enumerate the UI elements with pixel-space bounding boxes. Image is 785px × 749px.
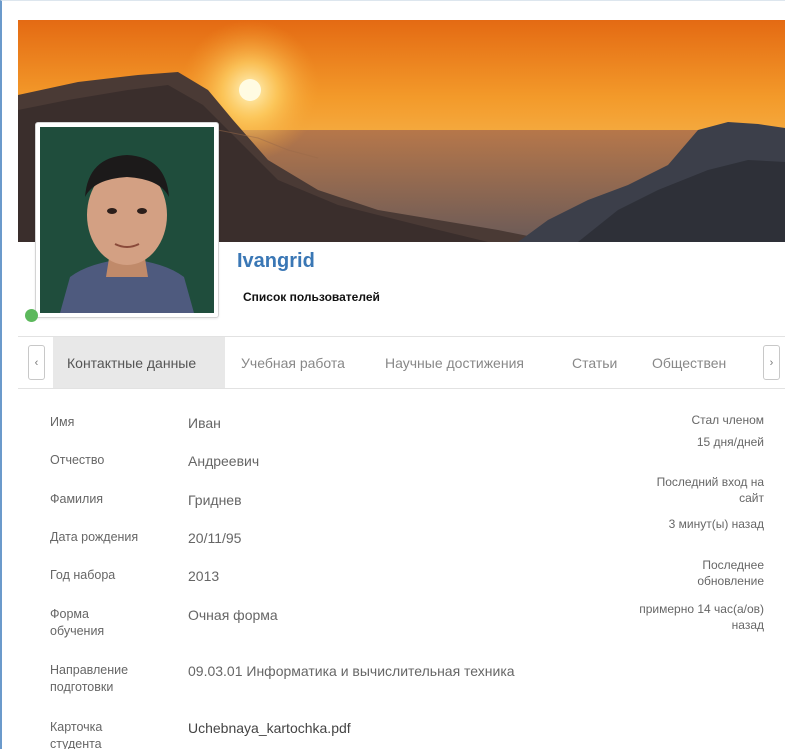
tab-scientific-achievements[interactable]: Научные достижения bbox=[385, 337, 524, 388]
chevron-left-icon: ‹ bbox=[34, 356, 39, 369]
detail-value: 20/11/95 bbox=[188, 530, 242, 546]
last-login-value: 3 минут(ы) назад bbox=[668, 517, 764, 531]
users-list-link[interactable]: Список пользователей bbox=[243, 290, 380, 304]
tab-contact-data[interactable]: Контактные данные bbox=[53, 337, 225, 388]
profile-username: Ivangrid bbox=[237, 250, 315, 272]
last-login-label: Последний вход на сайт bbox=[656, 475, 764, 505]
student-card-file-link[interactable]: Uchebnaya_kartochka.pdf bbox=[188, 720, 351, 736]
detail-label: Год набора bbox=[50, 568, 116, 582]
tab-academic-work[interactable]: Учебная работа bbox=[241, 337, 345, 388]
detail-value: 2013 bbox=[188, 568, 220, 584]
detail-label: Дата рождения bbox=[50, 530, 139, 544]
tab-articles[interactable]: Статьи bbox=[572, 337, 617, 388]
detail-value: Иван bbox=[188, 415, 221, 431]
tabs-next-button[interactable]: › bbox=[763, 345, 780, 380]
detail-value: Очная форма bbox=[188, 607, 278, 623]
online-status-indicator bbox=[25, 309, 38, 322]
detail-label: Направление подготовки bbox=[50, 663, 129, 694]
chevron-right-icon: › bbox=[769, 356, 774, 369]
tabs-prev-button[interactable]: ‹ bbox=[28, 345, 45, 380]
profile-tabs: ‹ Контактные данные Учебная работа Научн… bbox=[18, 336, 785, 389]
member-since-label: Стал членом bbox=[691, 413, 764, 427]
detail-label: Форма обучения bbox=[50, 607, 105, 638]
avatar[interactable] bbox=[35, 122, 219, 318]
member-since-value: 15 дня/дней bbox=[696, 435, 764, 449]
detail-label: Карточка студента bbox=[50, 720, 103, 749]
avatar-photo bbox=[40, 127, 214, 313]
last-update-value: примерно 14 час(а/ов) назад bbox=[639, 602, 764, 632]
detail-value: Гриднев bbox=[188, 492, 242, 508]
detail-label: Имя bbox=[50, 415, 75, 429]
tab-social[interactable]: Обществен bbox=[652, 337, 726, 388]
detail-label: Отчество bbox=[50, 453, 105, 467]
last-update-label: Последнее обновление bbox=[697, 558, 764, 588]
detail-label: Фамилия bbox=[50, 492, 104, 506]
detail-value: Андреевич bbox=[188, 453, 260, 469]
detail-value: 09.03.01 Информатика и вычислительная те… bbox=[188, 663, 515, 679]
